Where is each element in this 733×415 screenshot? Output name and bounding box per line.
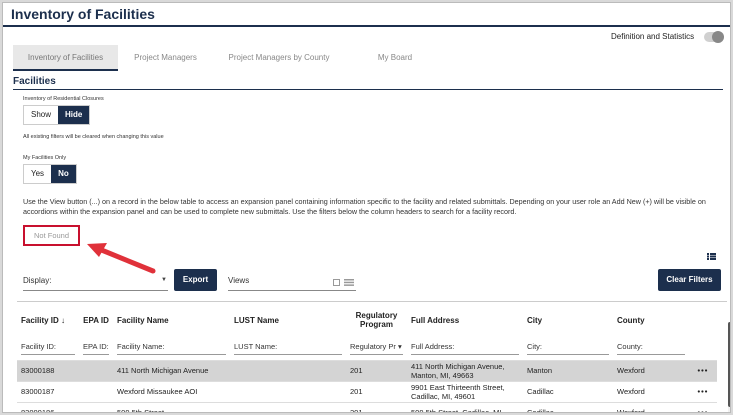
tab-inventory-of-facilities[interactable]: Inventory of Facilities <box>13 45 118 71</box>
filter-city[interactable]: City: <box>527 342 609 356</box>
filter-epa-id[interactable]: EPA ID: <box>83 342 109 356</box>
show-button[interactable]: Show <box>24 106 59 124</box>
cell-regulatory-program: 201 <box>346 359 407 381</box>
chevron-down-icon: ▼ <box>161 277 167 283</box>
column-header-facility-id[interactable]: Facility ID ↓ <box>17 302 79 338</box>
filter-row: Facility ID: EPA ID: Facility Name: LUST… <box>17 338 717 360</box>
cell-full-address: 411 North Michigan Avenue, Manton, MI, 4… <box>407 359 523 381</box>
column-header-facility-name[interactable]: Facility Name <box>113 302 230 338</box>
column-header-county[interactable]: County <box>613 302 689 338</box>
clear-filters-button[interactable]: Clear Filters <box>658 269 721 291</box>
filter-lust-name[interactable]: LUST Name: <box>234 342 342 356</box>
export-button[interactable]: Export <box>174 269 217 291</box>
list-views-icon[interactable] <box>344 279 354 286</box>
my-facilities-toggle: Yes No <box>23 164 77 184</box>
cell-facility-id: 83000187 <box>17 380 79 402</box>
cell-city: Cadillac <box>523 401 613 412</box>
section-title: Facilities <box>13 76 56 87</box>
cell-facility-name: Wexford Missaukee AOI <box>113 380 230 402</box>
column-header-city[interactable]: City <box>523 302 613 338</box>
views-select[interactable]: Views <box>228 276 249 285</box>
cell-epa-id <box>79 359 113 381</box>
my-facilities-label: My Facilities Only <box>23 155 67 161</box>
table-row[interactable]: 83000187 Wexford Missaukee AOI 201 9901 … <box>17 380 717 402</box>
views-underline <box>228 290 356 291</box>
instructions-text: Use the View button (...) on a record in… <box>23 197 706 216</box>
cell-county: Wexford <box>613 380 689 402</box>
tab-my-board[interactable]: My Board <box>345 45 445 71</box>
cell-lust-name <box>230 359 346 381</box>
toggle-knob <box>712 31 724 43</box>
display-select[interactable]: Display: <box>23 276 51 285</box>
scrollbar-thumb[interactable] <box>728 322 730 407</box>
save-view-icon[interactable] <box>333 279 340 286</box>
definition-statistics-label: Definition and Statistics <box>611 32 695 41</box>
not-found-highlight: Not Found <box>23 225 80 246</box>
definition-statistics-toggle[interactable] <box>704 31 724 43</box>
cell-regulatory-program: 201 <box>346 380 407 402</box>
tab-project-managers-by-county[interactable]: Project Managers by County <box>213 45 345 71</box>
cell-county: Wexford <box>613 401 689 412</box>
cell-epa-id <box>79 380 113 402</box>
tab-project-managers[interactable]: Project Managers <box>118 45 213 71</box>
table-row[interactable]: 83000186 509 5th Street 201 509 5th Stre… <box>17 401 717 412</box>
cell-lust-name <box>230 380 346 402</box>
cell-county: Wexford <box>613 359 689 381</box>
cell-city: Cadillac <box>523 380 613 402</box>
column-settings-icon[interactable] <box>707 253 716 260</box>
cell-city: Manton <box>523 359 613 381</box>
yes-button[interactable]: Yes <box>24 165 52 183</box>
column-header-regulatory-program[interactable]: Regulatory Program <box>346 302 407 338</box>
cell-regulatory-program: 201 <box>346 401 407 412</box>
display-underline <box>23 290 168 291</box>
facilities-table: Facility ID ↓ EPA ID Facility Name LUST … <box>17 301 730 412</box>
not-found-text: Not Found <box>33 231 70 240</box>
table-row[interactable]: 83000188 411 North Michigan Avenue 201 4… <box>17 359 717 381</box>
cell-facility-id: 83000186 <box>17 401 79 412</box>
section-divider <box>13 89 723 90</box>
cell-full-address: 9901 East Thirteenth Street, Cadillac, M… <box>407 380 523 402</box>
chevron-down-icon: ▾ <box>397 342 402 352</box>
cell-epa-id <box>79 401 113 412</box>
column-header-actions <box>689 302 717 338</box>
cell-facility-name: 509 5th Street <box>113 401 230 412</box>
title-divider <box>3 25 730 27</box>
filter-facility-name[interactable]: Facility Name: <box>117 342 226 356</box>
no-button[interactable]: No <box>51 165 76 183</box>
filter-facility-id[interactable]: Facility ID: <box>21 342 75 356</box>
column-header-lust-name[interactable]: LUST Name <box>230 302 346 338</box>
cell-full-address: 509 5th Street, Cadillac, MI, <box>407 401 523 412</box>
cell-facility-id: 83000188 <box>17 359 79 381</box>
tab-bar: Inventory of Facilities Project Managers… <box>13 45 445 71</box>
filter-county[interactable]: County: <box>617 342 685 356</box>
red-arrow-annotation <box>87 243 156 274</box>
cell-lust-name <box>230 401 346 412</box>
filters-cleared-note: All existing filters will be cleared whe… <box>23 134 164 140</box>
view-more-button[interactable]: ••• <box>689 380 717 402</box>
filter-full-address[interactable]: Full Address: <box>411 342 519 356</box>
residential-closures-label: Inventory of Residential Closures <box>23 96 104 102</box>
sort-arrow-icon: ↓ <box>61 315 66 325</box>
page-title: Inventory of Facilities <box>11 6 155 22</box>
cell-facility-name: 411 North Michigan Avenue <box>113 359 230 381</box>
column-header-epa-id[interactable]: EPA ID <box>79 302 113 338</box>
app-frame: Inventory of Facilities Definition and S… <box>2 2 731 413</box>
view-more-button[interactable]: ••• <box>689 401 717 412</box>
view-more-button[interactable]: ••• <box>689 359 717 381</box>
filter-regulatory-program[interactable]: Regulatory Pr ▾ <box>350 342 403 356</box>
column-header-full-address[interactable]: Full Address <box>407 302 523 338</box>
residential-closures-toggle: Show Hide <box>23 105 91 125</box>
hide-button[interactable]: Hide <box>58 106 90 124</box>
table-scrollbar[interactable] <box>728 322 730 412</box>
